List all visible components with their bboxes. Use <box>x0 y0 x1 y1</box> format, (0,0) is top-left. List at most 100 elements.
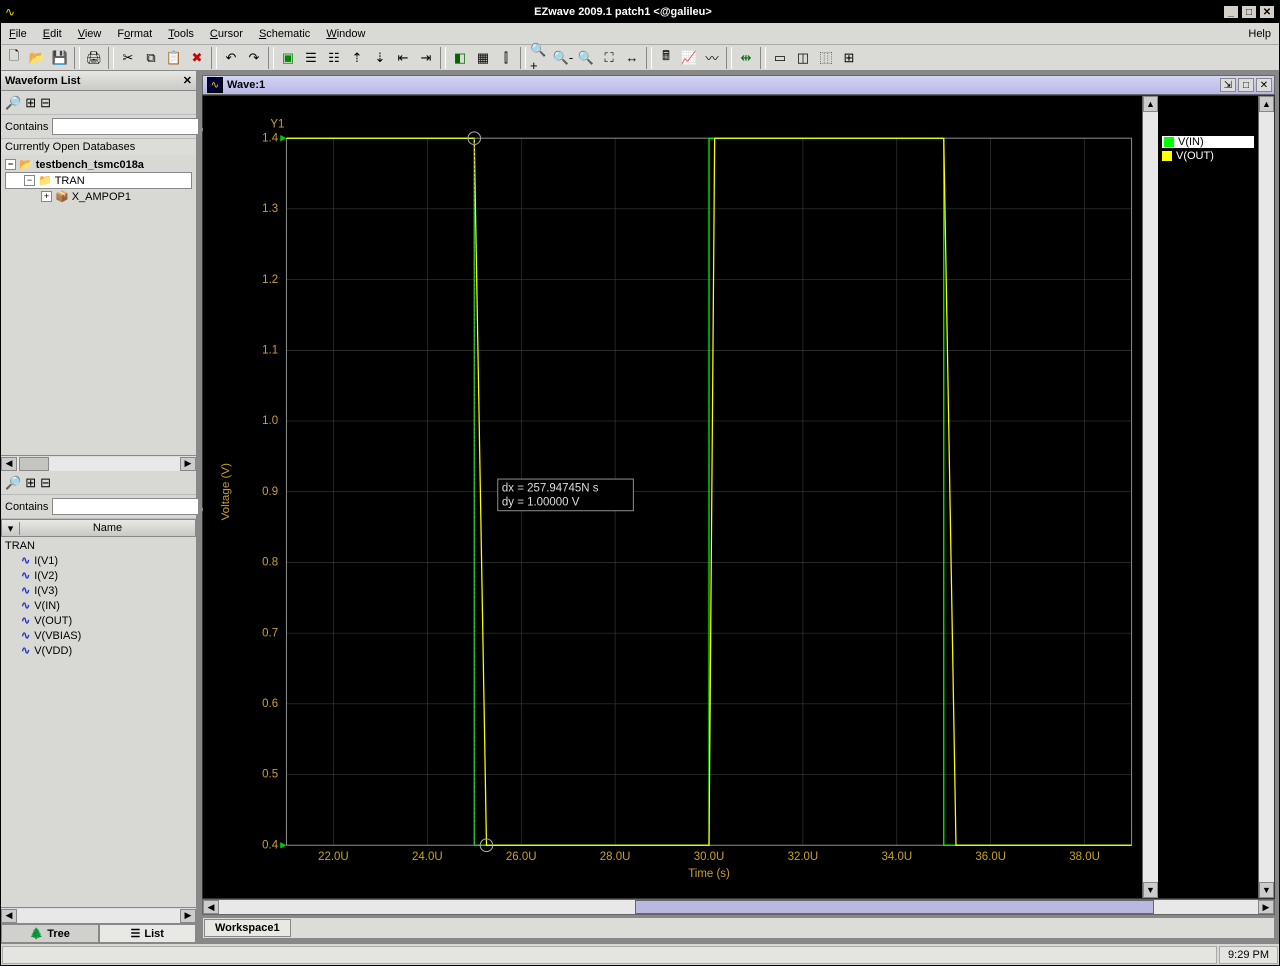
scroll-left-icon[interactable]: ◀ <box>1 909 17 923</box>
tree-root[interactable]: − 📂 testbench_tsmc018a <box>5 157 192 172</box>
scroll-up-icon[interactable]: ▲ <box>1259 96 1274 112</box>
new-icon[interactable]: 🗋 <box>3 47 25 69</box>
expand-icon[interactable]: − <box>24 175 35 186</box>
copy-icon[interactable]: ⧉ <box>140 47 162 69</box>
cursor-track-icon[interactable]: ⫿ <box>495 47 517 69</box>
expand-icon[interactable]: + <box>41 191 52 202</box>
wave-max-icon[interactable]: □ <box>1238 78 1254 92</box>
move-left-icon[interactable]: ⇤ <box>392 47 414 69</box>
db-filter-input[interactable] <box>52 118 200 135</box>
svg-text:1.1: 1.1 <box>262 344 278 356</box>
tree-expand-icon[interactable]: ⊞ <box>25 95 36 111</box>
scroll-left-icon[interactable]: ◀ <box>203 900 219 914</box>
tab-list[interactable]: ☰ List <box>99 924 197 943</box>
scroll-thumb[interactable] <box>635 900 1155 914</box>
tree-collapse-icon[interactable]: ⊟ <box>40 475 51 491</box>
menu-cursor[interactable]: Cursor <box>202 26 251 42</box>
scroll-down-icon[interactable]: ▼ <box>1143 882 1158 898</box>
cut-icon[interactable]: ✂ <box>117 47 139 69</box>
plot-mode-icon[interactable]: ◧ <box>449 47 471 69</box>
menu-help[interactable]: Help <box>1240 26 1279 42</box>
legend-item[interactable]: V(OUT) <box>1162 150 1254 162</box>
scroll-down-icon[interactable]: ▼ <box>1259 882 1274 898</box>
menu-format[interactable]: Format <box>109 26 160 42</box>
tree-ampop[interactable]: + 📦 X_AMPOP1 <box>5 189 192 204</box>
binoculars-icon[interactable]: 🔎 <box>5 475 21 491</box>
menu-file[interactable]: File <box>1 26 35 42</box>
zoom-area-icon[interactable]: ⛶ <box>598 47 620 69</box>
group-icon[interactable]: ☰ <box>300 47 322 69</box>
scroll-right-icon[interactable]: ▶ <box>180 909 196 923</box>
wave-restore-icon[interactable]: ⇲ <box>1220 78 1236 92</box>
layout-3-icon[interactable]: ⿲ <box>815 47 837 69</box>
layout-2-icon[interactable]: ◫ <box>792 47 814 69</box>
signal-group[interactable]: TRAN <box>5 539 192 553</box>
undo-icon[interactable]: ↶ <box>220 47 242 69</box>
scroll-thumb[interactable] <box>19 457 49 471</box>
svg-text:dy = 1.00000 V: dy = 1.00000 V <box>502 496 580 508</box>
menu-window[interactable]: Window <box>318 26 373 42</box>
svg-text:0.5: 0.5 <box>262 769 278 781</box>
signal-item[interactable]: ∿I(V3) <box>5 583 192 598</box>
close-button[interactable]: ✕ <box>1259 5 1275 19</box>
expand-icon[interactable]: − <box>5 159 16 170</box>
legend-item[interactable]: V(IN) <box>1162 136 1254 148</box>
signal-hscroll[interactable]: ◀ ▶ <box>1 907 196 923</box>
print-icon[interactable]: 🖨 <box>83 47 105 69</box>
measure-icon[interactable]: 📈 <box>678 47 700 69</box>
layout-4-icon[interactable]: ⊞ <box>838 47 860 69</box>
sort-dropdown-icon[interactable]: ▾ <box>2 522 20 535</box>
layout-1-icon[interactable]: ▭ <box>769 47 791 69</box>
plot-area[interactable]: 1.41.31.21.11.00.90.80.70.60.50.422.0U24… <box>203 96 1142 898</box>
waveform-plot[interactable]: 1.41.31.21.11.00.90.80.70.60.50.422.0U24… <box>203 96 1142 898</box>
zoom-fit-icon[interactable]: 🔍 <box>575 47 597 69</box>
panel-close-icon[interactable]: ✕ <box>183 74 192 87</box>
tree-collapse-icon[interactable]: ⊟ <box>40 95 51 111</box>
signal-item[interactable]: ∿V(VBIAS) <box>5 628 192 643</box>
move-right-icon[interactable]: ⇥ <box>415 47 437 69</box>
calculator-icon[interactable]: 🖩 <box>655 47 677 69</box>
minimize-button[interactable]: _ <box>1223 5 1239 19</box>
signal-item[interactable]: ∿I(V1) <box>5 553 192 568</box>
tree-tran[interactable]: − 📁 TRAN <box>5 172 192 189</box>
scroll-left-icon[interactable]: ◀ <box>1 457 17 471</box>
move-down-icon[interactable]: ⇣ <box>369 47 391 69</box>
menu-schematic[interactable]: Schematic <box>251 26 318 42</box>
move-up-icon[interactable]: ⇡ <box>346 47 368 69</box>
plot-vscroll[interactable]: ▲ ▼ <box>1142 96 1158 898</box>
binoculars-icon[interactable]: 🔎 <box>5 95 21 111</box>
save-icon[interactable]: 💾 <box>49 47 71 69</box>
tab-tree[interactable]: 🌲 Tree <box>1 924 99 943</box>
signal-item[interactable]: ∿V(IN) <box>5 598 192 613</box>
menu-tools[interactable]: Tools <box>160 26 202 42</box>
tree-hscroll[interactable]: ◀ ▶ <box>1 455 196 471</box>
paste-icon[interactable]: 📋 <box>163 47 185 69</box>
scroll-up-icon[interactable]: ▲ <box>1143 96 1158 112</box>
scroll-right-icon[interactable]: ▶ <box>180 457 196 471</box>
zoom-in-icon[interactable]: 🔍+ <box>529 47 551 69</box>
signal-item[interactable]: ∿V(VDD) <box>5 643 192 658</box>
tree-expand-icon[interactable]: ⊞ <box>25 475 36 491</box>
workspace-tab[interactable]: Workspace1 <box>204 919 291 937</box>
maximize-button[interactable]: □ <box>1241 5 1257 19</box>
delete-icon[interactable]: ✖ <box>186 47 208 69</box>
menu-edit[interactable]: Edit <box>35 26 70 42</box>
plot-hscroll[interactable]: ◀ ▶ <box>202 899 1275 915</box>
fit-horiz-icon[interactable]: ⇹ <box>735 47 757 69</box>
open-icon[interactable]: 📂 <box>26 47 48 69</box>
signal-item[interactable]: ∿I(V2) <box>5 568 192 583</box>
grid-icon[interactable]: ▦ <box>472 47 494 69</box>
add-wave-icon[interactable]: ▣ <box>277 47 299 69</box>
signal-item[interactable]: ∿V(OUT) <box>5 613 192 628</box>
wave-close-icon[interactable]: ✕ <box>1256 78 1272 92</box>
fft-icon[interactable]: 〰 <box>701 47 723 69</box>
zoom-x-icon[interactable]: ↔ <box>621 47 643 69</box>
signal-filter-input[interactable] <box>52 498 200 515</box>
zoom-out-icon[interactable]: 🔍- <box>552 47 574 69</box>
redo-icon[interactable]: ↷ <box>243 47 265 69</box>
legend-vscroll[interactable]: ▲ ▼ <box>1258 96 1274 898</box>
signal-filter-row: Contains <box>1 495 196 519</box>
ungroup-icon[interactable]: ☷ <box>323 47 345 69</box>
scroll-right-icon[interactable]: ▶ <box>1258 900 1274 914</box>
menu-view[interactable]: View <box>70 26 110 42</box>
